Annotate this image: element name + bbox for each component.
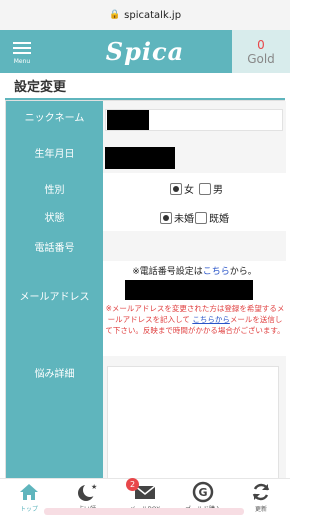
status-option-married[interactable]: 既婚 (195, 210, 229, 225)
nickname-redacted (107, 110, 149, 130)
home-icon (20, 484, 38, 500)
email-cell: ※電話番号設定はこちらから。 ※メールアドレスを変更された方は登録を希望するメー… (103, 261, 286, 356)
email-label: メールアドレス (6, 283, 103, 307)
mail-icon-wrap: 2 (126, 478, 156, 503)
status-single-text: 未婚 (174, 214, 194, 225)
nickname-cell (103, 101, 286, 141)
status-option-single[interactable]: 未婚 (160, 210, 194, 225)
gold-count: 0 (257, 37, 265, 52)
gender-cell: 女 男 (103, 173, 286, 203)
page-title: 設定変更 (14, 80, 67, 95)
birthdate-cell (103, 141, 286, 173)
phone-label: 電話番号 (6, 235, 103, 257)
svg-text:G: G (198, 486, 207, 499)
gender-option-male[interactable]: 男 (199, 181, 223, 196)
gender-male-text: 男 (213, 185, 223, 196)
hamburger-icon (13, 39, 31, 57)
status-single-radio[interactable] (160, 211, 172, 224)
gold-balance[interactable]: 0 Gold (232, 30, 290, 73)
browser-url-bar[interactable]: 🔒 spicatalk.jp (0, 0, 290, 30)
phone-note-text: ※電話番号設定は (132, 267, 203, 277)
phone-setting-note: ※電話番号設定はこちらから。 (103, 264, 286, 277)
status-married-text: 既婚 (209, 214, 229, 225)
worry-label: 悩み詳細 (6, 361, 103, 383)
phone-setting-link[interactable]: こちら (203, 267, 230, 277)
status-married-radio[interactable] (195, 211, 207, 224)
nickname-label: ニックネーム (6, 101, 103, 131)
refresh-icon (252, 483, 270, 501)
birthdate-label: 生年月日 (6, 138, 103, 166)
status-label: 状態 (6, 205, 103, 227)
phone-cell (103, 231, 286, 261)
worry-cell (103, 356, 286, 481)
mail-unread-badge: 2 (126, 478, 139, 491)
gender-option-female[interactable]: 女 (170, 181, 194, 196)
birthdate-redacted (105, 147, 175, 169)
phone-note-suffix: から。 (229, 267, 257, 277)
gold-label: Gold (247, 51, 275, 66)
moon-icon: ★ (78, 483, 97, 501)
email-send-link[interactable]: こちらから (192, 315, 230, 324)
email-redacted (125, 280, 253, 300)
app-logo[interactable]: Spica (70, 33, 220, 70)
app-header: Menu Spica 0 Gold (0, 30, 290, 73)
ad-strip (44, 508, 244, 515)
email-change-warning: ※メールアドレスを変更された方は登録を希望するメールアドレスを記入して こちらか… (105, 303, 285, 336)
tab-refresh-label: 更新 (254, 506, 267, 513)
gender-female-text: 女 (184, 185, 194, 196)
gold-coin-icon: G (192, 481, 214, 503)
settings-form: ニックネーム 生年月日 性別 女 男 状態 未婚 既婚 電話番号 メールアドレス… (5, 100, 286, 481)
gender-label: 性別 (6, 177, 103, 199)
gender-female-radio[interactable] (170, 182, 182, 195)
lock-icon: 🔒 (108, 10, 121, 20)
svg-text:★: ★ (91, 483, 97, 491)
gender-male-radio[interactable] (199, 182, 211, 195)
tab-top-label: トップ (19, 506, 38, 513)
url-text: spicatalk.jp (124, 9, 182, 21)
menu-label: Menu (13, 57, 31, 65)
worry-textarea[interactable] (107, 366, 279, 479)
status-cell: 未婚 既婚 (103, 203, 286, 231)
menu-button[interactable]: Menu (0, 30, 44, 73)
